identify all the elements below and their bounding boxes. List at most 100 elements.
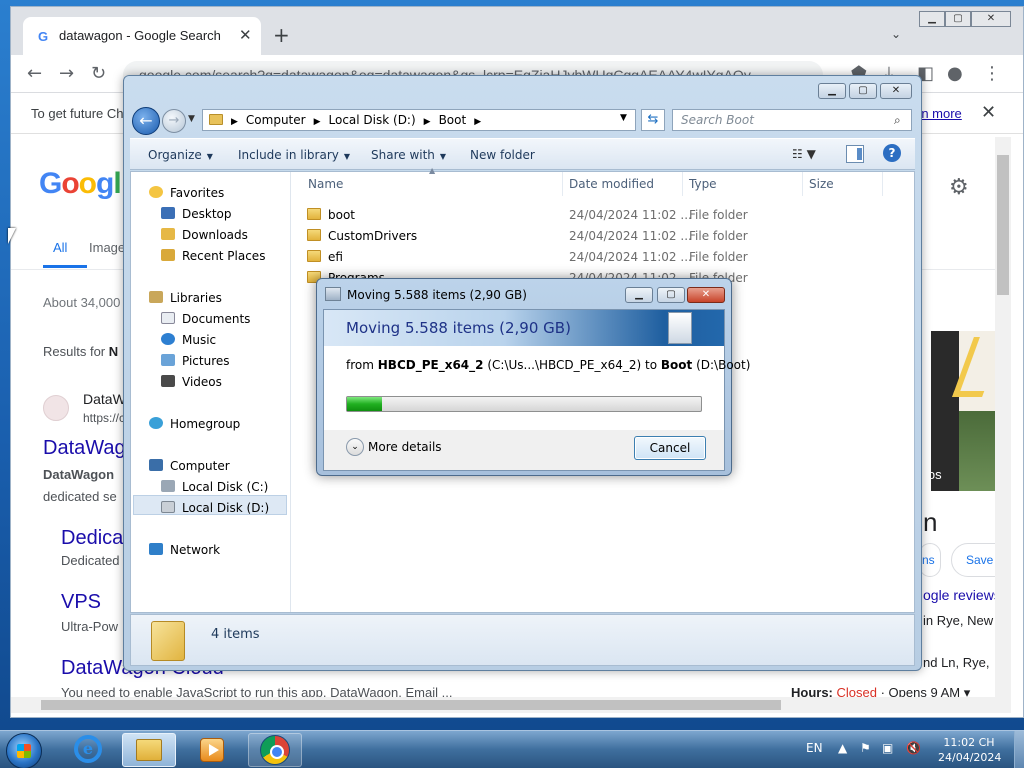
close-button[interactable]: ✕ — [880, 83, 912, 99]
search-icon[interactable]: ⌕ — [894, 113, 901, 128]
column-divider[interactable] — [682, 172, 683, 196]
cancel-button[interactable]: Cancel — [634, 436, 706, 460]
browser-tab[interactable]: G datawagon - Google Search ✕ — [23, 17, 261, 55]
scrollbar-thumb[interactable] — [41, 700, 781, 710]
new-tab-icon[interactable]: + — [273, 23, 290, 47]
maximize-button[interactable]: ▢ — [849, 83, 877, 99]
file-row[interactable]: efi 24/04/2024 11:02 ... File folder — [307, 248, 907, 268]
taskbar-explorer-button[interactable] — [122, 733, 176, 767]
tab-images[interactable]: Image — [89, 240, 125, 255]
column-divider[interactable] — [562, 172, 563, 196]
nav-homegroup[interactable]: Homegroup — [149, 417, 240, 431]
nav-libraries[interactable]: Libraries — [149, 291, 222, 305]
destination-name[interactable]: Boot — [661, 358, 692, 372]
breadcrumb-item[interactable]: Local Disk (D:) — [329, 113, 416, 127]
minimize-button[interactable]: ▁ — [818, 83, 846, 99]
share-with-menu[interactable]: Share with ▼ — [371, 148, 446, 162]
show-desktop-button[interactable] — [1014, 731, 1024, 768]
maximize-button[interactable]: ▢ — [945, 11, 971, 27]
site-name[interactable]: DataW — [83, 391, 126, 407]
menu-icon[interactable]: ⋮ — [983, 63, 1001, 84]
nav-disk-d[interactable]: Local Disk (D:) — [161, 501, 269, 515]
chevron-right-icon[interactable]: ▶ — [474, 117, 481, 127]
file-row[interactable]: boot 24/04/2024 11:02 ... File folder — [307, 206, 907, 226]
nav-favorites[interactable]: Favorites — [149, 186, 224, 200]
tab-close-icon[interactable]: ✕ — [239, 26, 252, 44]
organize-menu[interactable]: Organize ▼ — [148, 148, 213, 162]
new-folder-button[interactable]: New folder — [470, 148, 535, 162]
nav-downloads[interactable]: Downloads — [161, 228, 248, 242]
chevron-right-icon[interactable]: ▶ — [424, 117, 431, 127]
forward-icon[interactable]: → — [59, 63, 74, 84]
column-header-size[interactable]: Size — [809, 172, 834, 196]
learn-more-link[interactable]: rn more — [917, 106, 962, 121]
nav-pictures[interactable]: Pictures — [161, 354, 230, 368]
minimize-button[interactable]: ▁ — [625, 287, 653, 303]
side-panel-icon[interactable]: ◧ — [917, 63, 934, 84]
extension-icon[interactable]: ⬟ — [851, 63, 867, 84]
close-button[interactable]: ✕ — [687, 287, 725, 303]
internet-explorer-icon[interactable]: e — [74, 735, 102, 763]
show-hidden-icons-icon[interactable]: ▲ — [838, 741, 847, 755]
column-divider[interactable] — [882, 172, 883, 196]
refresh-icon[interactable]: ⇆ — [641, 109, 665, 131]
chevron-down-icon[interactable]: ⌄ — [346, 438, 364, 456]
address-dropdown-icon[interactable]: ▼ — [620, 113, 627, 123]
directions-button[interactable]: ns — [919, 543, 941, 577]
google-logo[interactable]: Googl — [39, 167, 122, 201]
nav-disk-c[interactable]: Local Disk (C:) — [161, 480, 268, 494]
column-header-type[interactable]: Type — [689, 172, 717, 196]
download-icon[interactable]: ⤓ — [885, 63, 899, 84]
action-center-flag-icon[interactable]: ⚑ — [860, 741, 871, 755]
nav-documents[interactable]: Documents — [161, 312, 250, 326]
address-breadcrumb[interactable]: ▶ Computer ▶ Local Disk (D:) ▶ Boot ▶ — [202, 109, 636, 131]
language-indicator[interactable]: EN — [806, 741, 823, 755]
media-player-icon[interactable] — [200, 738, 224, 762]
nav-videos[interactable]: Videos — [161, 375, 222, 389]
views-icon[interactable]: ☷ ▼ — [792, 147, 816, 161]
chevron-right-icon[interactable]: ▶ — [231, 117, 238, 127]
nav-desktop[interactable]: Desktop — [161, 207, 232, 221]
more-details-toggle[interactable]: More details — [368, 440, 442, 454]
close-button[interactable]: ✕ — [971, 11, 1011, 27]
forward-arrow-icon[interactable]: → — [162, 109, 186, 133]
network-icon[interactable]: ▣ — [882, 741, 893, 755]
preview-pane-icon[interactable] — [846, 145, 864, 163]
notice-close-icon[interactable]: ✕ — [981, 102, 996, 123]
nav-computer[interactable]: Computer — [149, 459, 230, 473]
include-in-library-menu[interactable]: Include in library ▼ — [238, 148, 350, 162]
start-button[interactable] — [6, 733, 42, 768]
reload-icon[interactable]: ↻ — [91, 63, 106, 84]
chevron-right-icon[interactable]: ▶ — [314, 117, 321, 127]
nav-network[interactable]: Network — [149, 543, 220, 557]
breadcrumb-item[interactable]: Boot — [439, 113, 467, 127]
source-name[interactable]: HBCD_PE_x64_2 — [378, 358, 484, 372]
nav-recent-places[interactable]: Recent Places — [161, 249, 265, 263]
breadcrumb-item[interactable]: Computer — [246, 113, 306, 127]
scrollbar-thumb[interactable] — [997, 155, 1009, 295]
clock[interactable]: 11:02 CH 24/04/2024 — [938, 735, 1001, 765]
search-input[interactable]: Search Boot — [672, 109, 912, 131]
minimize-button[interactable]: ▁ — [919, 11, 945, 27]
tab-search-icon[interactable]: ⌄ — [891, 27, 901, 41]
settings-gear-icon[interactable]: ⚙ — [949, 175, 969, 200]
nav-music[interactable]: Music — [161, 333, 216, 347]
profile-icon[interactable]: ● — [947, 63, 963, 84]
file-row[interactable]: CustomDrivers 24/04/2024 11:02 ... File … — [307, 227, 907, 247]
results-for-query[interactable]: N — [109, 344, 118, 359]
column-header-name[interactable]: Name — [308, 172, 343, 196]
help-icon[interactable]: ? — [883, 144, 901, 162]
tab-all[interactable]: All — [53, 240, 67, 255]
street-photo[interactable] — [959, 411, 999, 491]
maximize-button[interactable]: ▢ — [657, 287, 685, 303]
volume-muted-icon[interactable]: 🔇 — [906, 741, 921, 755]
sitelink-title[interactable]: VPS — [61, 591, 101, 614]
recent-pages-icon[interactable]: ▼ — [188, 114, 195, 124]
site-url[interactable]: https://c — [83, 411, 125, 425]
sitelink-title[interactable]: Dedica — [61, 527, 123, 550]
google-reviews-link[interactable]: ogle reviews — [923, 587, 1001, 603]
column-divider[interactable] — [802, 172, 803, 196]
column-header-date[interactable]: Date modified — [569, 172, 654, 196]
back-arrow-icon[interactable]: ← — [132, 107, 160, 135]
back-icon[interactable]: ← — [27, 63, 42, 84]
